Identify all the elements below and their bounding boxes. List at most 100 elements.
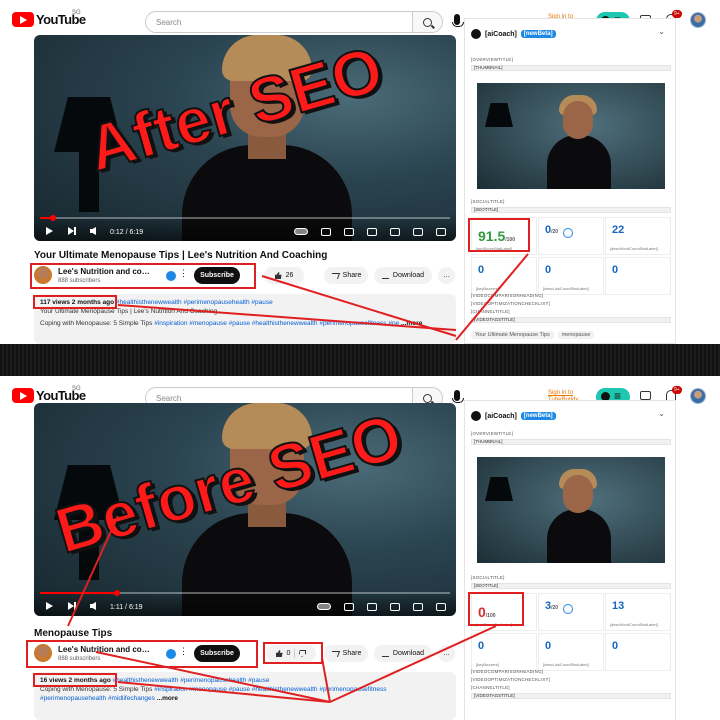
theater-icon[interactable] (390, 228, 400, 236)
chevron-down-icon[interactable]: ⌄ (658, 409, 665, 418)
description-hashtags[interactable]: #inspiration #menopause #pause #healthis… (154, 320, 399, 327)
thumbnail-section[interactable]: [THUMBNAIL] (471, 439, 671, 445)
avatar-count: 0 (612, 264, 619, 276)
seo-section[interactable]: [SEOTITLE] (471, 207, 671, 213)
video-title: Menopause Tips (34, 628, 113, 639)
miniplayer-icon[interactable] (390, 603, 400, 611)
before-seo-screenshot: YouTube SG Search Sign in toTubeBuddy 9+… (0, 376, 720, 720)
link-count-label: [descLinkCountStatLabel] (543, 286, 589, 291)
aicoach-title: [aiCoach] (485, 412, 517, 420)
subtitles-icon[interactable] (321, 228, 331, 236)
aicoach-title: [aiCoach] (485, 30, 517, 38)
tag-list: Your Ultimate Menopause Tips menopause (471, 331, 595, 339)
thumb-head (563, 101, 593, 139)
meta-hashtags[interactable]: #healthisthenewwealth #perimenopauseheal… (113, 677, 270, 684)
settings-icon[interactable] (344, 228, 354, 236)
account-avatar[interactable] (690, 12, 706, 28)
player-right-controls (294, 228, 446, 236)
more-actions-button[interactable]: … (438, 267, 455, 284)
buzzers-cell: 0 [keyBuzzers] (471, 257, 537, 295)
description-line-2: Coping with Menopause: 5 Simple Tips (40, 320, 153, 327)
logo-region: SG (72, 10, 81, 16)
meta-hashtags[interactable]: #healthisthenewwealth #perimenopauseheal… (116, 299, 273, 306)
description-hashtags[interactable]: #inspiration #menopause #pause #healthis… (154, 686, 386, 693)
channel-title-label: [CHANNELTITLE] (471, 685, 510, 690)
download-button[interactable]: Download (374, 267, 432, 284)
word-count-cell: 13 [descWordCountStatLabel] (605, 593, 671, 631)
info-circle-icon[interactable] (563, 604, 573, 614)
autoplay-toggle[interactable] (317, 603, 331, 610)
aicoach-header: [aiCoach] [newBeta] (471, 411, 556, 421)
play-icon[interactable] (46, 602, 53, 610)
tag-chip[interactable]: menopause (557, 331, 595, 339)
progress-fill (40, 590, 120, 596)
account-avatar[interactable] (690, 388, 706, 404)
cast-icon[interactable] (413, 228, 423, 236)
share-label: Share (342, 272, 362, 279)
more-actions-button[interactable]: … (438, 645, 455, 662)
likes-highlight (263, 642, 323, 664)
youtube-play-icon (12, 388, 34, 403)
word-count-cell: 22 [descWordCountStatLabel] (605, 217, 671, 255)
youtube-logo[interactable]: YouTube SG (12, 386, 86, 403)
buzzers-cell: 0 [keyBuzzers] (471, 633, 537, 671)
subtitles-icon[interactable] (344, 603, 354, 611)
theater-icon[interactable] (413, 603, 423, 611)
thumb-head (563, 475, 593, 513)
search-input[interactable]: Search (145, 11, 413, 33)
description-hashtags-2[interactable]: #perimenopausehealth #midlifechanges (40, 695, 155, 702)
play-icon[interactable] (46, 227, 53, 235)
download-button[interactable]: Download (374, 645, 432, 662)
seo-section[interactable]: [SEOTITLE] (471, 583, 671, 589)
create-icon[interactable] (640, 391, 651, 400)
title-score: 0/20 (545, 224, 559, 236)
share-label: Share (342, 650, 362, 657)
buzzers-label: [keyBuzzers] (476, 662, 499, 667)
link-count: 0 (545, 640, 552, 652)
like-button[interactable]: 26 (264, 267, 304, 284)
player-right-controls (317, 603, 446, 611)
title-score: 3/20 (545, 600, 559, 612)
comparison-label: [VIDEOCOMPARISONHEADING] (471, 669, 544, 674)
thumbnail-section[interactable]: [THUMBNAIL] (471, 65, 671, 71)
microphone-icon[interactable] (452, 390, 464, 403)
aicoach-panel: [aiCoach] [newBeta] ⌄ [OVERVIEWTITLE] [T… (464, 18, 676, 344)
fullscreen-icon[interactable] (436, 603, 446, 611)
aicoach-header: [aiCoach] [newBeta] (471, 29, 556, 39)
comparison-label: [VIDEOCOMPARISONHEADING] (471, 293, 544, 298)
progress-bar[interactable] (40, 215, 450, 221)
tags-section[interactable]: [VIDEOTAGSTITLE] (471, 317, 671, 323)
thumb-body (547, 509, 611, 563)
chevron-down-icon[interactable]: ⌄ (658, 27, 665, 36)
word-count-label: [descWordCountStatLabel] (610, 622, 658, 627)
notification-badge: 9+ (672, 10, 682, 18)
next-icon[interactable] (68, 227, 76, 235)
more-link[interactable]: ...more (157, 695, 178, 702)
more-link[interactable]: ...more (401, 320, 422, 327)
like-count: 26 (285, 272, 294, 279)
miniplayer-icon[interactable] (367, 228, 377, 236)
search-button[interactable] (413, 11, 443, 33)
divider (0, 344, 720, 376)
next-icon[interactable] (68, 602, 76, 610)
tag-chip[interactable]: Your Ultimate Menopause Tips (471, 331, 554, 339)
fullscreen-icon[interactable] (436, 228, 446, 236)
channel-highlight (30, 263, 256, 289)
settings-icon[interactable] (367, 603, 377, 611)
thumb-lamp (485, 477, 513, 501)
microphone-icon[interactable] (452, 14, 464, 27)
seo-score-highlight (468, 592, 524, 626)
link-count: 0 (545, 264, 552, 276)
share-button[interactable]: Share (324, 645, 368, 662)
aicoach-logo-icon (471, 411, 481, 421)
video-title: Your Ultimate Menopause Tips | Lee's Nut… (34, 250, 328, 261)
share-button[interactable]: Share (324, 267, 368, 284)
youtube-logo[interactable]: YouTube SG (12, 10, 86, 27)
autoplay-toggle[interactable] (294, 228, 308, 235)
info-circle-icon[interactable] (563, 228, 573, 238)
notification-badge: 9+ (672, 386, 682, 394)
tags-section[interactable]: [VIDEOTAGSTITLE] (471, 693, 671, 699)
progress-bar[interactable] (40, 590, 450, 596)
seo-score-highlight (468, 218, 530, 252)
channel-highlight (26, 640, 258, 668)
